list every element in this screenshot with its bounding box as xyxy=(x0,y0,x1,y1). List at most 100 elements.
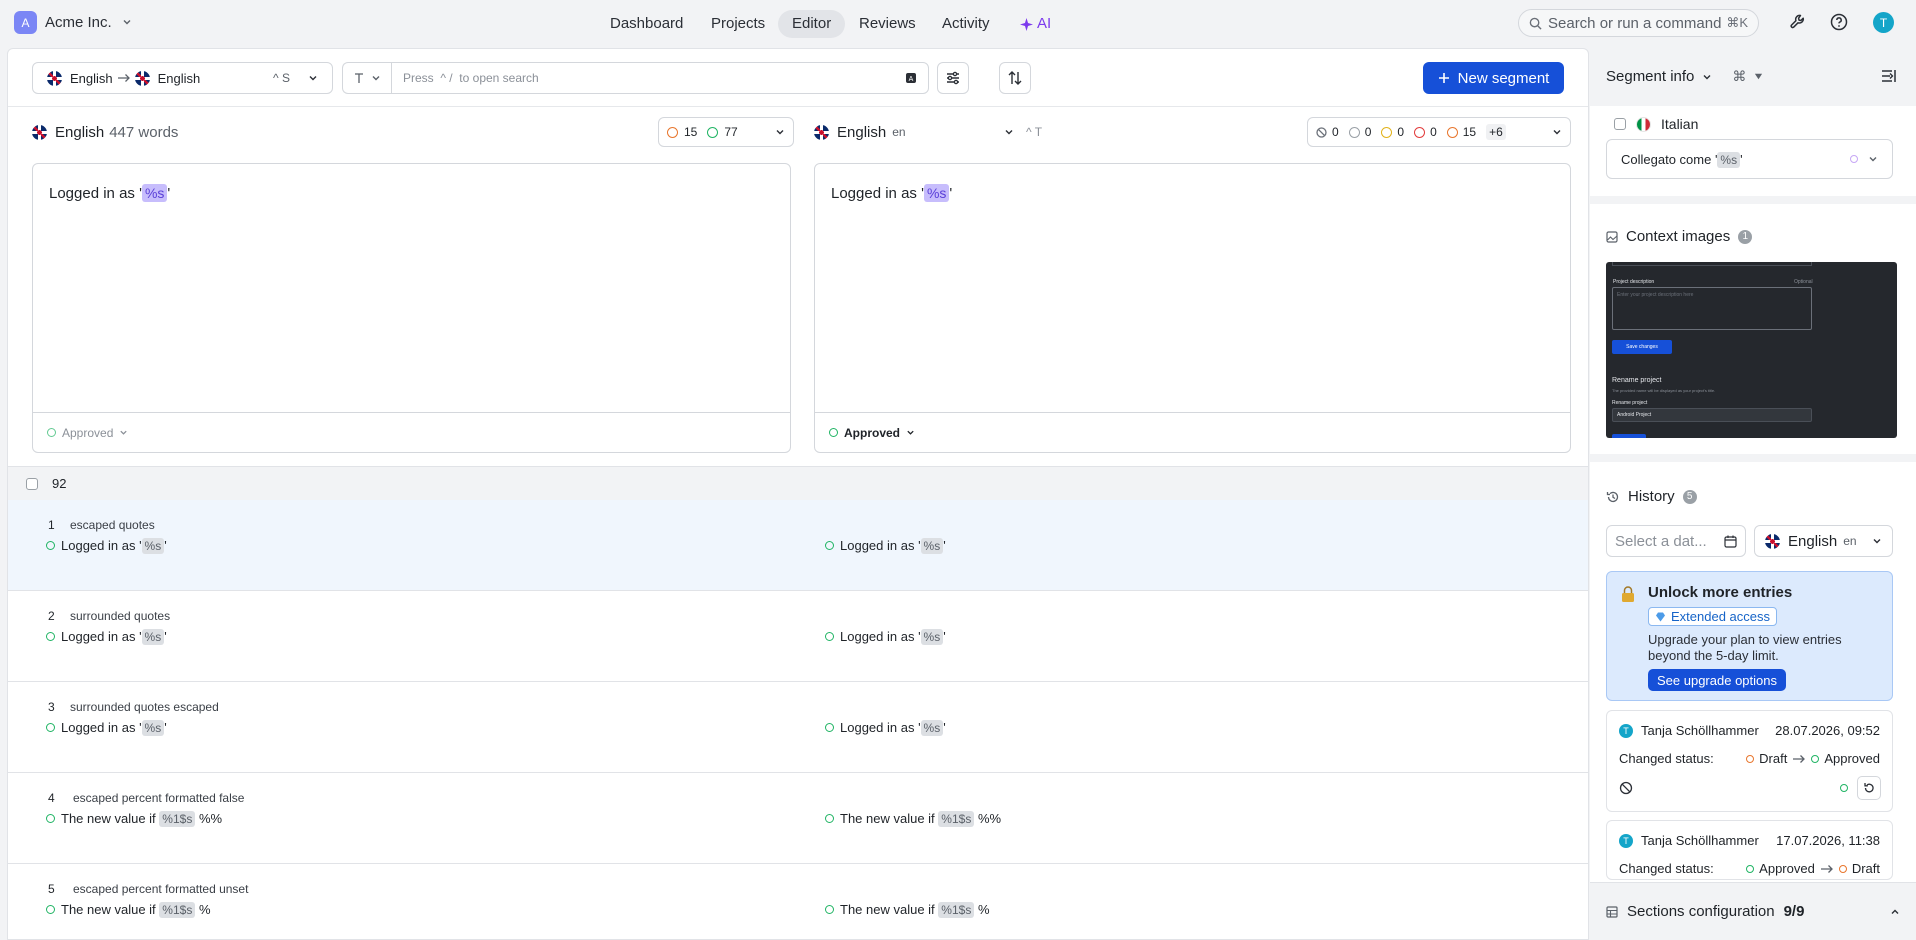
target-placeholder-token[interactable]: %s xyxy=(923,184,950,202)
source-text-after: % xyxy=(198,902,211,917)
help-icon[interactable] xyxy=(1830,13,1848,31)
approved-status-icon xyxy=(1746,864,1755,873)
target-status-select[interactable]: Approved xyxy=(815,412,1570,452)
user-avatar: T xyxy=(1619,723,1633,738)
source-text-after: ' xyxy=(167,185,171,202)
chevron-down-icon xyxy=(309,76,317,81)
history-language: English xyxy=(1788,532,1838,550)
sidebar-shortcut: ⌘ xyxy=(1732,68,1747,84)
status-icon xyxy=(1850,155,1858,163)
italian-translation-text: Collegato come ' %s ' xyxy=(1621,151,1743,168)
italian-checkbox[interactable] xyxy=(1614,118,1626,130)
segment-row[interactable]: 2 surrounded quotes Logged in as ' %s ' Lo… xyxy=(8,591,1588,682)
wrench-icon[interactable] xyxy=(1789,13,1807,31)
segment-target: Logged in as ' %s ' xyxy=(825,538,946,554)
segment-source: The new value if %1$s %% xyxy=(46,811,222,827)
sections-configuration-bar[interactable]: Sections configuration 9/9 xyxy=(1590,882,1916,940)
segment-target: The new value if %1$s %% xyxy=(825,811,1001,827)
new-segment-button[interactable]: New segment xyxy=(1423,62,1564,94)
filter-settings-button[interactable] xyxy=(937,62,969,94)
segment-row[interactable]: 4 escaped percent formatted false The ne… xyxy=(8,773,1588,864)
arrow-right-icon xyxy=(117,74,130,82)
target-text[interactable]: Logged in as ' %s ' xyxy=(831,184,952,202)
context-images-count: 1 xyxy=(1738,229,1753,244)
org-avatar[interactable]: A xyxy=(14,11,37,34)
history-date: 28.07.2026, 09:52 xyxy=(1775,723,1880,738)
arrow-right-icon xyxy=(1793,754,1806,763)
image-desc-placeholder: Enter your project description here xyxy=(1617,292,1694,298)
uk-flag-icon xyxy=(814,124,829,140)
chevron-down-icon xyxy=(1553,130,1561,135)
segment-key: escaped percent formatted unset xyxy=(73,882,249,896)
sections-count: 9/9 xyxy=(1783,903,1805,920)
see-upgrade-options-button[interactable]: See upgrade options xyxy=(1648,669,1786,691)
source-placeholder-token[interactable]: %s xyxy=(141,184,168,202)
source-editor[interactable]: Logged in as ' %s ' Approved xyxy=(32,163,791,453)
segment-search-placeholder: Press ^ / to open search xyxy=(403,71,539,85)
org-name[interactable]: Acme Inc. xyxy=(45,14,112,31)
segment-source: Logged in as ' %s ' xyxy=(46,720,167,736)
segment-row[interactable]: 1 escaped quotes Logged in as ' %s ' Logge… xyxy=(8,500,1588,591)
nav-ai[interactable]: AI xyxy=(1006,10,1065,38)
italy-flag-icon xyxy=(1636,116,1651,132)
placeholder-token: %1$s xyxy=(938,902,975,918)
sidebar-title-select[interactable]: Segment info ⌘ xyxy=(1606,68,1763,85)
history-date-input[interactable]: Select a dat... xyxy=(1606,525,1746,557)
approved-status-icon xyxy=(829,428,838,437)
source-text-after: ' xyxy=(164,538,167,553)
source-status-select[interactable]: Approved xyxy=(33,412,790,452)
source-text[interactable]: Logged in as ' %s ' xyxy=(49,184,171,202)
segment-key: surrounded quotes escaped xyxy=(70,700,219,714)
segment-source: Logged in as ' %s ' xyxy=(46,538,167,554)
source-stat-draft: 15 xyxy=(684,125,698,139)
user-avatar[interactable]: T xyxy=(1873,12,1894,33)
target-stat-error: 0 xyxy=(1430,125,1437,139)
draft-status-icon xyxy=(1446,126,1458,138)
approved-status-icon xyxy=(1811,754,1820,763)
target-text-after: ' xyxy=(943,629,946,644)
nav-reviews[interactable]: Reviews xyxy=(845,10,930,38)
segment-search-input[interactable]: Press ^ / to open search A xyxy=(391,62,929,94)
segment-target: Logged in as ' %s ' xyxy=(825,629,946,645)
chevron-down-icon[interactable] xyxy=(122,17,132,27)
approved-status-icon xyxy=(47,428,56,437)
unlock-entries-banner: Unlock more entries Extended access Upgr… xyxy=(1606,571,1893,701)
plus-icon xyxy=(1438,73,1449,83)
target-language-select[interactable]: English en xyxy=(814,124,1014,141)
command-search[interactable]: Search or run a command ⌘K xyxy=(1518,9,1759,37)
target-stats-dropdown[interactable]: 0 0 0 0 15 +6 xyxy=(1307,117,1571,147)
nav-projects[interactable]: Projects xyxy=(697,10,779,38)
nav-activity[interactable]: Activity xyxy=(928,10,1004,38)
select-all-checkbox[interactable] xyxy=(26,477,38,490)
collapse-sidebar-icon[interactable] xyxy=(1881,69,1897,83)
uk-flag-icon xyxy=(47,70,62,86)
segment-row[interactable]: 5 escaped percent formatted unset The ne… xyxy=(8,864,1588,939)
approved-status-icon xyxy=(46,632,55,641)
segment-row[interactable]: 3 surrounded quotes escaped Logged in as… xyxy=(8,682,1588,773)
revert-button[interactable] xyxy=(1857,776,1881,800)
target-editor[interactable]: Logged in as ' %s ' Approved xyxy=(814,163,1571,453)
source-stats-dropdown[interactable]: 15 77 xyxy=(658,117,794,147)
segment-number: 2 xyxy=(48,609,55,623)
approved-status-icon xyxy=(1840,784,1848,792)
language-pair-select[interactable]: English English ^ S xyxy=(32,62,333,94)
editor-toolbar: English English ^ S Press ^ / to open se… xyxy=(8,49,1588,107)
sidebar-header: Segment info ⌘ xyxy=(1590,48,1916,106)
segment-source-text: The new value if %1$s % xyxy=(61,902,211,918)
image-rename-field: Android Project xyxy=(1612,408,1812,422)
placeholder-token: %s xyxy=(1717,151,1741,168)
placeholder-token: %s xyxy=(920,720,944,736)
nav-dashboard[interactable]: Dashboard xyxy=(596,10,697,38)
segment-key: escaped percent formatted false xyxy=(73,791,245,805)
sort-button[interactable] xyxy=(999,62,1031,94)
nav-editor[interactable]: Editor xyxy=(778,10,846,38)
text-format-select[interactable] xyxy=(342,62,391,94)
source-word-count: 447 words xyxy=(109,123,179,141)
regex-icon: A xyxy=(906,73,916,83)
history-language-select[interactable]: English en xyxy=(1754,525,1893,557)
target-text-before: The new value if xyxy=(840,811,935,826)
context-image-thumbnail[interactable]: Project description Optional Enter your … xyxy=(1606,262,1897,438)
image-optional-label: Optional xyxy=(1794,279,1813,285)
skip-status-icon xyxy=(1316,126,1327,138)
italian-translation-field[interactable]: Collegato come ' %s ' xyxy=(1606,139,1893,179)
